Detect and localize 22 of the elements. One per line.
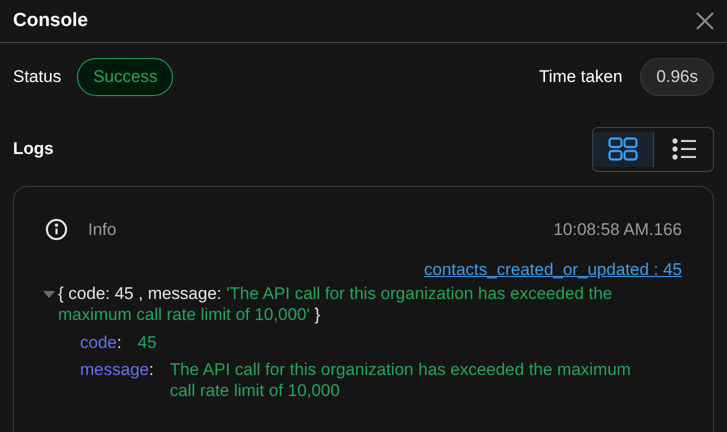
colon: :: [116, 332, 122, 352]
collapse-caret-icon[interactable]: [43, 290, 55, 298]
grid-icon: [608, 137, 638, 161]
field-key: message: [80, 358, 149, 380]
log-object-summary: { code: 45 , message: 'The API call for this organization has exceeded the maximum call rate limit of 10,000' }: [58, 282, 614, 324]
log-timestamp: 10:08:58 AM.166: [553, 218, 682, 240]
field-key: code: [80, 332, 117, 352]
field-value: 45: [138, 332, 158, 352]
field-value: The API call for this organization has exceeded the maximum call rate limit of 10,000: [170, 358, 632, 400]
log-level: Info: [88, 218, 116, 240]
status-badge: Success: [77, 58, 174, 96]
view-toggle[interactable]: [593, 132, 653, 166]
list-icon: [672, 138, 696, 160]
time-taken-label: Time taken: [538, 66, 622, 88]
time-taken-badge: 0.96s: [640, 58, 714, 96]
colon: :: [148, 358, 154, 380]
log-source-link[interactable]: contacts_created_or_updated : 45: [424, 257, 682, 282]
status-label: Status: [13, 66, 62, 88]
logs-label: Logs: [13, 138, 54, 160]
close-icon[interactable]: [696, 12, 714, 30]
info-icon: [45, 218, 68, 241]
panel-title: Console: [13, 8, 88, 33]
